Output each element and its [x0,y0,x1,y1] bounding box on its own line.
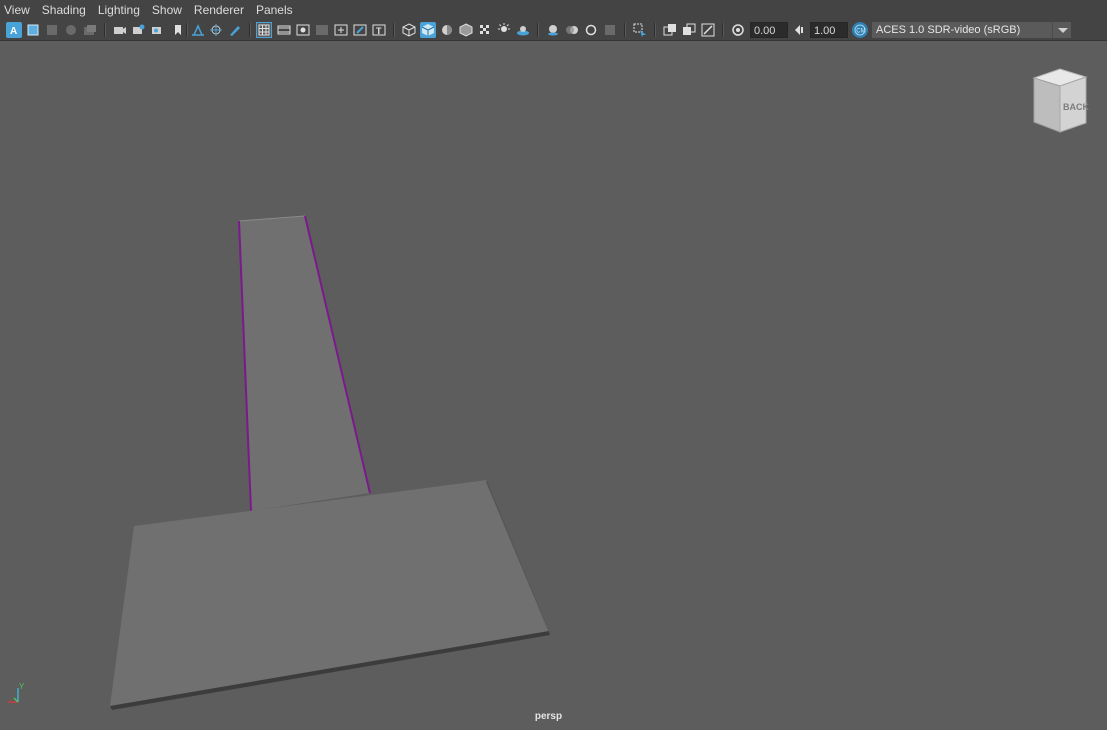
menu-renderer[interactable]: Renderer [189,0,251,20]
grease-pencil-icon[interactable] [82,22,98,38]
exposure-icon[interactable] [730,22,746,38]
select-camera-icon[interactable]: A [6,22,22,38]
svg-text:T: T [376,26,382,36]
safe-action-icon[interactable] [352,22,368,38]
motion-blur-icon[interactable] [564,22,580,38]
panel-toolbar: A T 0.00 1.00 CM ACES 1.0 SDR-video (sRG… [0,20,1107,41]
exposure-field[interactable]: 0.00 [750,22,788,38]
xray-joints-icon[interactable] [700,22,716,38]
axis-gizmo-icon: Y [2,680,32,710]
svg-text:CM: CM [856,29,865,35]
wireframe-icon[interactable] [401,22,417,38]
camera-snapshot-icon[interactable] [131,22,147,38]
gamma-field[interactable]: 1.00 [810,22,848,38]
default-material-icon[interactable] [439,22,455,38]
camera-lock-icon[interactable] [112,22,128,38]
axis-y-label: Y [19,682,25,691]
camera-sequence-icon[interactable] [150,22,166,38]
panel-menu-bar: View Shading Lighting Show Renderer Pane… [0,0,1107,20]
xray-icon[interactable] [662,22,678,38]
field-chart-icon[interactable] [333,22,349,38]
3d-viewport[interactable] [0,41,1107,730]
pencil-icon[interactable] [227,22,243,38]
mesh-base-plane[interactable] [110,480,550,710]
color-space-dropdown[interactable]: ACES 1.0 SDR-video (sRGB) [872,22,1071,38]
view-cube[interactable]: BACK [1028,66,1090,136]
color-space-label: ACES 1.0 SDR-video (sRGB) [876,24,1021,36]
menu-lighting[interactable]: Lighting [93,0,147,20]
image-plane-icon[interactable] [63,22,79,38]
smooth-shade-icon[interactable] [420,22,436,38]
textured-icon[interactable] [477,22,493,38]
isolate-select-icon[interactable] [632,22,648,38]
gate-mask-icon[interactable] [314,22,330,38]
anti-aliasing-icon[interactable] [583,22,599,38]
viewcube-label: BACK [1063,102,1089,112]
mesh-column[interactable] [238,215,371,512]
wireframe-on-shaded-icon[interactable] [458,22,474,38]
depth-of-field-toggle-icon[interactable] [602,22,618,38]
svg-text:A: A [10,26,17,37]
grid-icon[interactable] [256,22,272,38]
menu-shading[interactable]: Shading [37,0,93,20]
chevron-down-icon[interactable] [1052,22,1071,38]
manipulator-icon[interactable] [208,22,224,38]
color-management-icon[interactable]: CM [852,22,868,38]
menu-panels[interactable]: Panels [251,0,300,20]
gamma-icon[interactable] [791,22,807,38]
safe-title-icon[interactable]: T [371,22,387,38]
shadows-icon[interactable] [515,22,531,38]
film-gate-icon[interactable] [276,22,292,38]
camera-name-label: persp [534,711,563,722]
resolution-gate-icon[interactable] [295,22,311,38]
bookmark-icon[interactable] [170,22,186,38]
menu-view[interactable]: View [0,0,37,20]
bookmarks-icon[interactable] [44,22,60,38]
screen-space-ao-icon[interactable] [545,22,561,38]
depth-of-field-icon[interactable] [190,22,206,38]
menu-show[interactable]: Show [147,0,189,20]
camera-attributes-icon[interactable] [25,22,41,38]
lighting-icon[interactable] [496,22,512,38]
xray-active-components-icon[interactable] [681,22,697,38]
